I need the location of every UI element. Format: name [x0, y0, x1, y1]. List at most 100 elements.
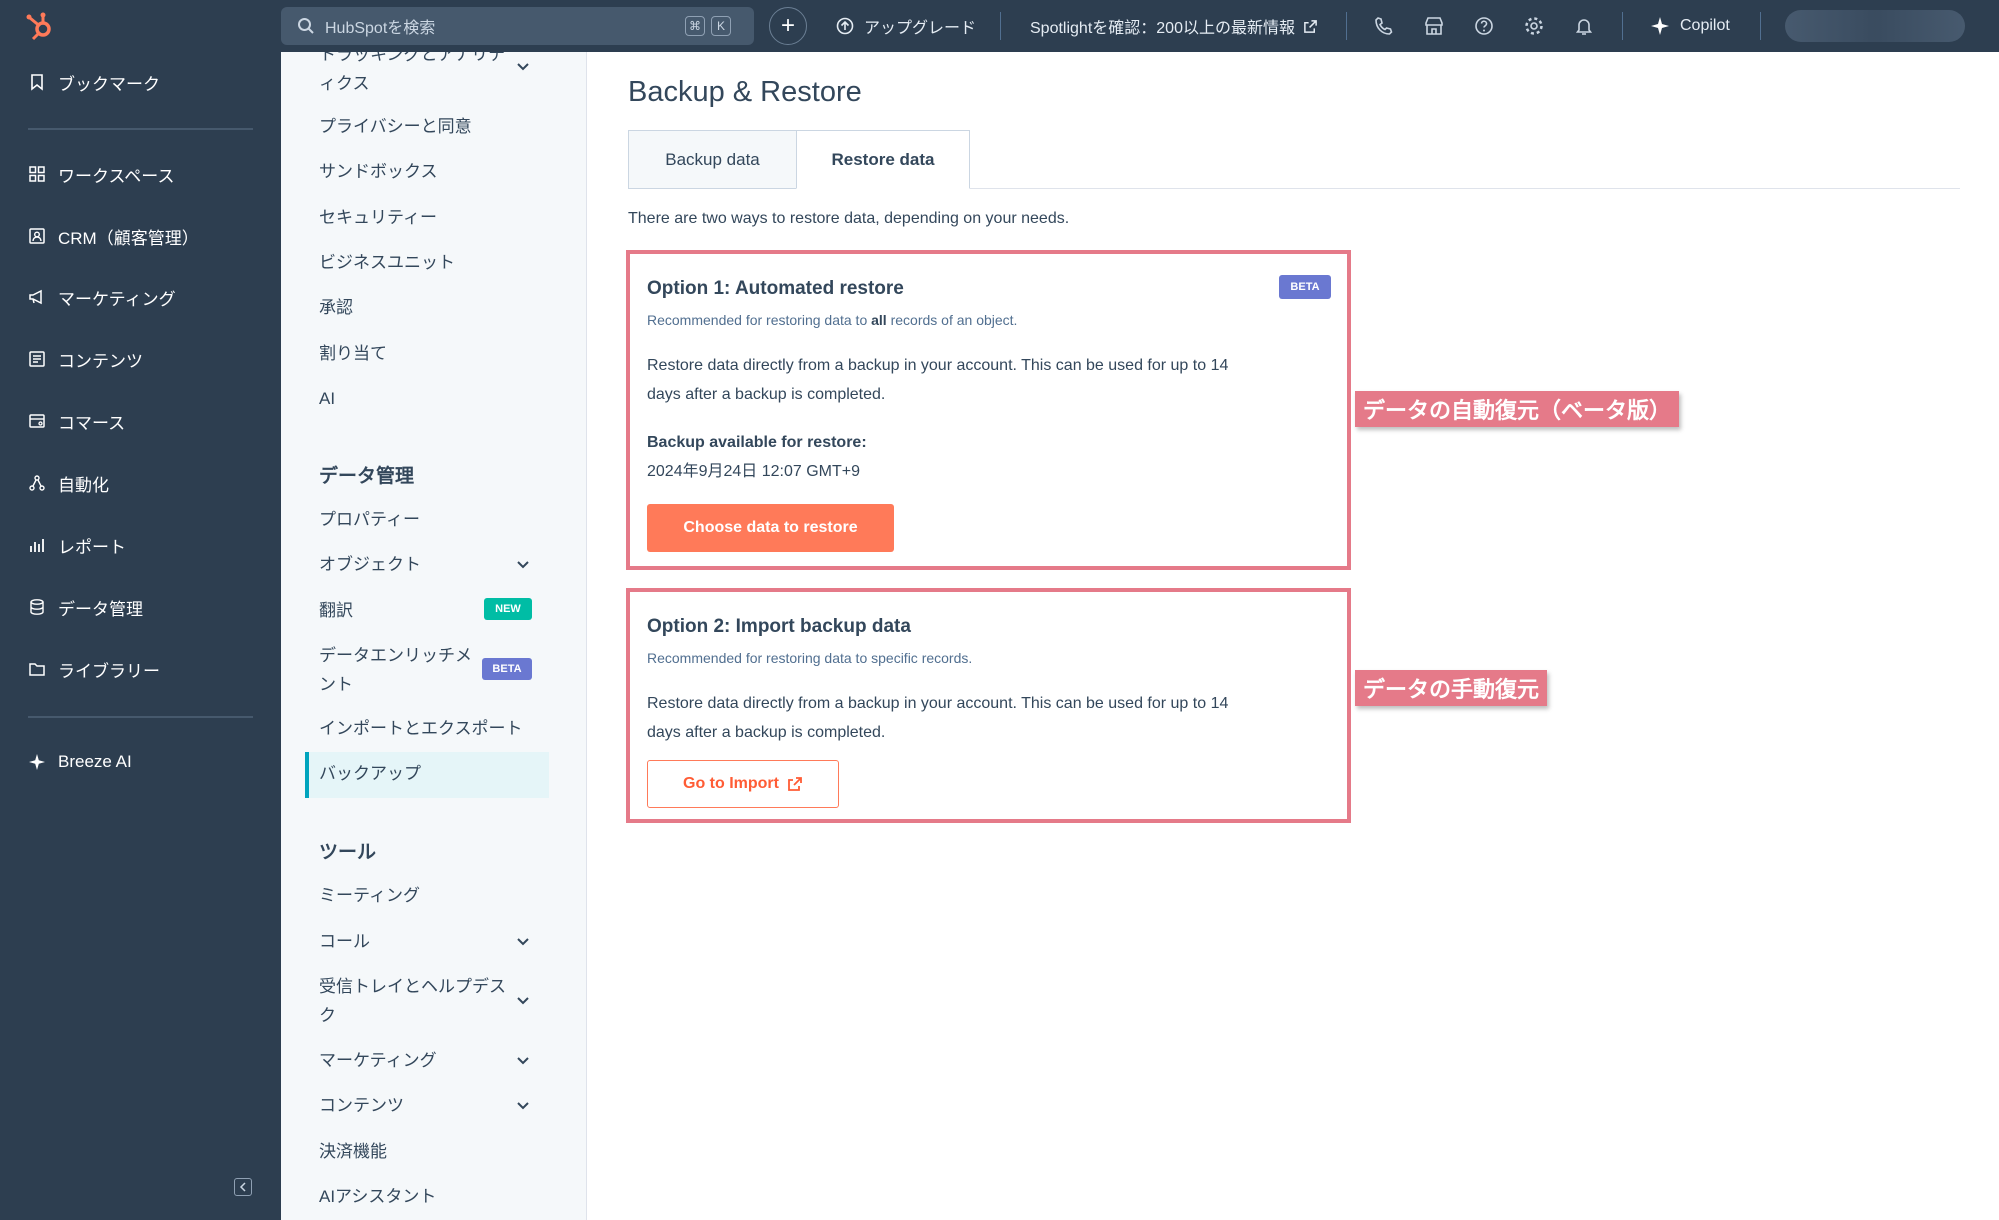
- subtitle-bold: all: [871, 312, 887, 328]
- section-heading-tools: ツール: [319, 842, 377, 863]
- settings-sidebar: トラッキングとアナリテ ィクス プライバシーと同意 サンドボックス セキュリティ…: [281, 52, 587, 1220]
- folder-icon: [29, 663, 45, 676]
- tab-restore-data[interactable]: Restore data: [796, 130, 970, 189]
- go-to-import-button[interactable]: Go to Import: [647, 760, 839, 808]
- sidebar-item-backup[interactable]: バックアップ: [319, 759, 551, 788]
- sidebar-item-privacy[interactable]: プライバシーと同意: [319, 112, 551, 141]
- subtitle-text: Recommended for restoring data to: [647, 312, 872, 328]
- nav-item-marketing[interactable]: マーケティング: [28, 282, 176, 312]
- account-menu-blurred[interactable]: [1785, 10, 1965, 42]
- bar-chart-icon: [30, 539, 44, 552]
- nav-item-content[interactable]: コンテンツ: [28, 344, 143, 374]
- option2-title: Option 2: Import backup data: [647, 616, 911, 637]
- description-line: days after a backup is completed.: [647, 386, 886, 403]
- topbar-divider: [1622, 12, 1623, 40]
- topbar-divider: [1000, 12, 1001, 40]
- commerce-icon: [29, 414, 45, 428]
- contact-icon: [29, 228, 45, 244]
- option1-subtitle: Recommended for restoring data to all re…: [647, 312, 1017, 328]
- automation-icon: [29, 475, 45, 491]
- nav-item-library[interactable]: ライブラリー: [28, 654, 160, 684]
- beta-badge: BETA: [482, 658, 532, 680]
- sidebar-item-business-units[interactable]: ビジネスユニット: [319, 248, 551, 277]
- option1-automated-restore-card: Option 1: Automated restore BETA Recomme…: [626, 250, 1351, 570]
- copilot-button[interactable]: Copilot: [1650, 0, 1730, 52]
- sidebar-item-meetings[interactable]: ミーティング: [319, 881, 551, 910]
- spotlight-label: Spotlightを確認：200以上の最新情報: [1030, 20, 1295, 37]
- grid-icon: [29, 166, 45, 182]
- section-heading-data-management: データ管理: [319, 466, 415, 487]
- sidebar-item-assignments[interactable]: 割り当て: [319, 339, 551, 368]
- nav-label: 自動化: [58, 475, 109, 495]
- hubspot-logo-icon[interactable]: [22, 9, 56, 43]
- nav-item-crm[interactable]: CRM（顧客管理）: [28, 221, 199, 251]
- sidebar-item-approvals[interactable]: 承認: [319, 293, 551, 322]
- chevron-down-icon[interactable]: [515, 1097, 531, 1113]
- nav-divider: [28, 716, 253, 718]
- upgrade-button[interactable]: アップグレード: [836, 0, 976, 52]
- notifications-bell-icon[interactable]: [1573, 15, 1595, 37]
- spotlight-link[interactable]: Spotlightを確認：200以上の最新情報: [1030, 0, 1318, 52]
- create-new-button[interactable]: +: [769, 7, 807, 45]
- option2-subtitle: Recommended for restoring data to specif…: [647, 650, 973, 666]
- settings-gear-icon[interactable]: [1523, 15, 1545, 37]
- collapse-sidebar-button[interactable]: [234, 1178, 252, 1196]
- chevron-down-icon[interactable]: [515, 58, 531, 74]
- beta-badge: BETA: [1279, 275, 1331, 299]
- nav-divider: [28, 128, 253, 130]
- nav-item-bookmarks[interactable]: ブックマーク: [28, 67, 160, 97]
- sparkle-icon: [1651, 17, 1669, 35]
- nav-item-workspaces[interactable]: ワークスペース: [28, 159, 174, 189]
- sparkle-icon: [29, 754, 45, 770]
- nav-label: ワークスペース: [58, 166, 175, 186]
- chevron-down-icon[interactable]: [515, 992, 531, 1008]
- search-placeholder: HubSpotを検索: [325, 20, 436, 37]
- keyboard-shortcut-k: K: [711, 16, 731, 36]
- go-to-import-label: Go to Import: [683, 775, 779, 792]
- option1-description: Restore data directly from a backup in y…: [647, 351, 1307, 409]
- tab-backup-data[interactable]: Backup data: [628, 130, 797, 189]
- chevron-down-icon[interactable]: [515, 933, 531, 949]
- restore-intro-text: There are two ways to restore data, depe…: [628, 210, 1070, 227]
- marketplace-icon[interactable]: [1423, 15, 1445, 37]
- nav-label: CRM（顧客管理）: [58, 228, 199, 248]
- external-link-icon: [788, 777, 802, 791]
- global-search-input[interactable]: HubSpotを検索 ⌘ K: [281, 7, 754, 45]
- choose-data-to-restore-button[interactable]: Choose data to restore: [647, 504, 894, 552]
- megaphone-icon: [29, 289, 42, 305]
- help-icon[interactable]: [1473, 15, 1495, 37]
- sidebar-item-security[interactable]: セキュリティー: [319, 203, 551, 232]
- upgrade-label: アップグレード: [864, 20, 977, 37]
- top-navigation-bar: HubSpotを検索 ⌘ K + アップグレード Spotlightを確認：20…: [0, 0, 1999, 52]
- bookmark-icon: [31, 74, 43, 91]
- description-line: Restore data directly from a backup in y…: [647, 695, 1229, 712]
- subtitle-text: records of an object.: [886, 312, 1018, 328]
- sidebar-item-ai-assistant[interactable]: AIアシスタント: [319, 1182, 551, 1211]
- annotation-automated-restore: データの自動復元（ベータ版）: [1355, 391, 1680, 427]
- sidebar-item-payments[interactable]: 決済機能: [319, 1137, 551, 1166]
- nav-item-data-management[interactable]: データ管理: [28, 592, 143, 622]
- primary-left-navigation: ブックマーク ワークスペース CRM（顧客管理） マーケティング コンテンツ コ…: [0, 52, 281, 1220]
- new-badge: NEW: [484, 598, 532, 620]
- chevron-down-icon[interactable]: [515, 556, 531, 572]
- sidebar-item-sandbox[interactable]: サンドボックス: [319, 157, 551, 186]
- option2-import-backup-card: Option 2: Import backup data Recommended…: [626, 588, 1351, 823]
- nav-label: Breeze AI: [58, 752, 132, 771]
- nav-label: ブックマーク: [58, 74, 160, 94]
- content-icon: [29, 351, 45, 367]
- nav-label: ライブラリー: [58, 661, 160, 681]
- nav-item-automation[interactable]: 自動化: [28, 468, 109, 498]
- description-line: days after a backup is completed.: [647, 724, 886, 741]
- description-line: Restore data directly from a backup in y…: [647, 357, 1229, 374]
- nav-label: データ管理: [58, 599, 143, 619]
- nav-item-reports[interactable]: レポート: [28, 530, 126, 560]
- nav-item-breeze-ai[interactable]: Breeze AI: [28, 747, 132, 777]
- phone-icon[interactable]: [1373, 15, 1395, 37]
- nav-item-commerce[interactable]: コマース: [28, 406, 125, 436]
- sidebar-item-ai[interactable]: AI: [319, 384, 551, 413]
- chevron-down-icon[interactable]: [515, 1052, 531, 1068]
- annotation-manual-restore: データの手動復元: [1355, 670, 1548, 706]
- chevron-left-icon: [239, 1182, 246, 1192]
- sidebar-item-properties[interactable]: プロパティー: [319, 505, 551, 534]
- sidebar-item-import-export[interactable]: インポートとエクスポート: [319, 714, 551, 743]
